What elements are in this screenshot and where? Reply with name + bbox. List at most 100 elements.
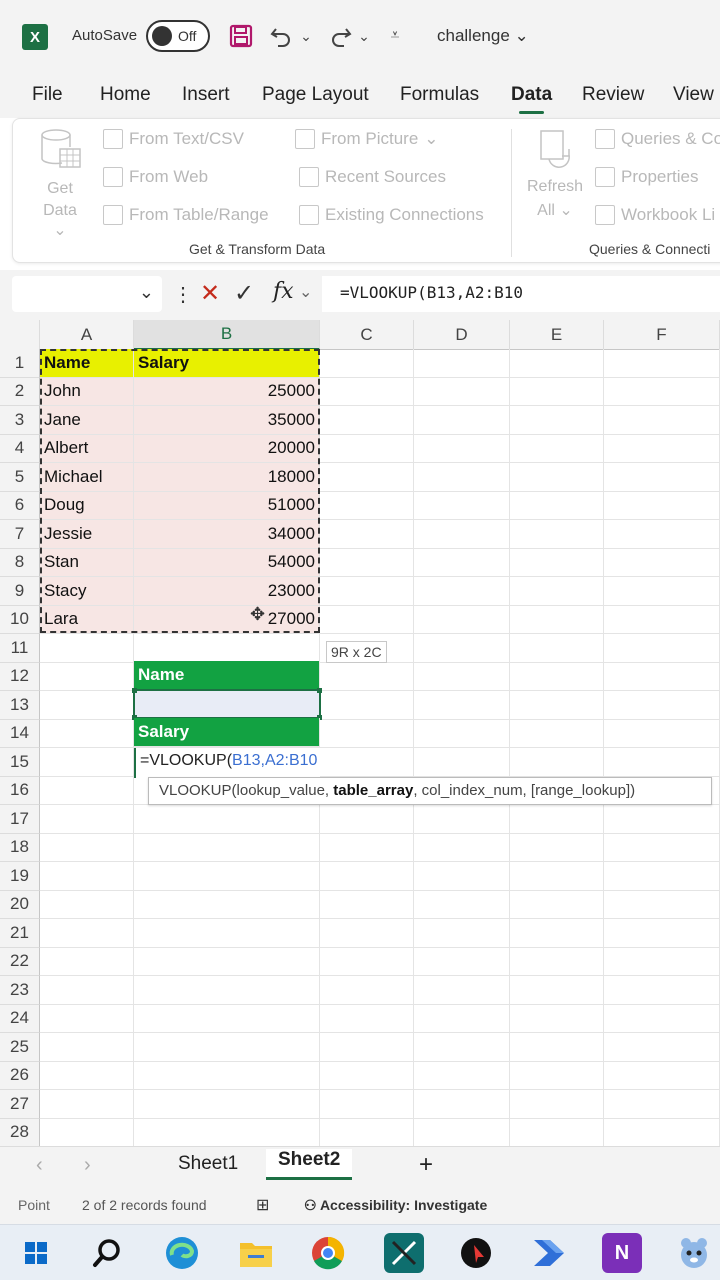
grid-cell[interactable] bbox=[414, 805, 510, 834]
tab-home[interactable]: Home bbox=[100, 84, 151, 106]
row-header-7[interactable]: 7 bbox=[0, 520, 40, 549]
salary-cell[interactable]: 25000 bbox=[134, 377, 320, 406]
file-explorer-icon[interactable] bbox=[236, 1233, 276, 1273]
select-all-corner[interactable] bbox=[0, 320, 40, 350]
row-header-4[interactable]: 4 bbox=[0, 434, 40, 463]
grid-cell[interactable] bbox=[414, 1004, 510, 1033]
grid-cell[interactable] bbox=[320, 434, 414, 463]
grid-cell[interactable] bbox=[40, 890, 134, 919]
grid-cell[interactable] bbox=[134, 1090, 320, 1119]
grid-cell[interactable] bbox=[510, 919, 604, 948]
grid-cell[interactable] bbox=[604, 349, 720, 378]
row-header-15[interactable]: 15 bbox=[0, 748, 40, 777]
grid-cell[interactable] bbox=[510, 748, 604, 777]
grid-cell[interactable] bbox=[604, 548, 720, 577]
grid-cell[interactable] bbox=[40, 919, 134, 948]
grid-cell[interactable] bbox=[414, 947, 510, 976]
grid-cell[interactable] bbox=[414, 548, 510, 577]
grid-cell[interactable] bbox=[414, 377, 510, 406]
name-box[interactable]: ⌄ bbox=[12, 276, 162, 312]
autosave-toggle[interactable]: Off bbox=[146, 20, 210, 52]
grid-cell[interactable] bbox=[604, 377, 720, 406]
selection-handle[interactable] bbox=[132, 688, 137, 693]
recent-sources-button[interactable]: Recent Sources bbox=[299, 167, 446, 187]
row-header-10[interactable]: 10 bbox=[0, 605, 40, 634]
row-header-22[interactable]: 22 bbox=[0, 947, 40, 976]
grid-cell[interactable] bbox=[40, 748, 134, 777]
redo-dropdown-icon[interactable]: ⌄ bbox=[356, 20, 372, 52]
existing-connections-button[interactable]: Existing Connections bbox=[299, 205, 484, 225]
grid-cell[interactable] bbox=[510, 947, 604, 976]
grid-cell[interactable] bbox=[510, 577, 604, 606]
grid-cell[interactable] bbox=[604, 520, 720, 549]
row-header-14[interactable]: 14 bbox=[0, 719, 40, 748]
grid-cell[interactable] bbox=[510, 377, 604, 406]
grid-cell[interactable] bbox=[510, 1061, 604, 1090]
grid-cell[interactable] bbox=[414, 605, 510, 634]
row-header-26[interactable]: 26 bbox=[0, 1061, 40, 1090]
grid-cell[interactable] bbox=[414, 890, 510, 919]
grid-cell[interactable] bbox=[320, 1004, 414, 1033]
scroll-right-icon[interactable]: › bbox=[84, 1154, 91, 1177]
grid-cell[interactable] bbox=[320, 491, 414, 520]
grid-cell[interactable] bbox=[134, 862, 320, 891]
grid-cell[interactable] bbox=[320, 548, 414, 577]
grid-cell[interactable] bbox=[604, 1090, 720, 1119]
grid-cell[interactable] bbox=[510, 719, 604, 748]
grid-cell[interactable] bbox=[320, 662, 414, 691]
queries-connections-button[interactable]: Queries & Co bbox=[595, 129, 720, 149]
snipping-app-icon[interactable] bbox=[384, 1233, 424, 1273]
more-options-icon[interactable]: ⋮ bbox=[173, 282, 193, 307]
accessibility-status[interactable]: ⚇ Accessibility: Investigate bbox=[304, 1197, 487, 1214]
salary-cell[interactable]: 34000 bbox=[134, 520, 320, 549]
salary-cell[interactable]: 54000 bbox=[134, 548, 320, 577]
name-cell[interactable]: Stan bbox=[40, 548, 134, 577]
undo-dropdown-icon[interactable]: ⌄ bbox=[298, 20, 314, 52]
grid-cell[interactable] bbox=[510, 862, 604, 891]
grid-cell[interactable] bbox=[604, 976, 720, 1005]
grid-cell[interactable] bbox=[414, 719, 510, 748]
row-header-24[interactable]: 24 bbox=[0, 1004, 40, 1033]
grid-cell[interactable] bbox=[414, 691, 510, 720]
grid-cell[interactable] bbox=[604, 605, 720, 634]
header-cell-salary[interactable]: Salary bbox=[134, 349, 320, 378]
sheet-tab-sheet1[interactable]: Sheet1 bbox=[178, 1153, 238, 1175]
row-header-9[interactable]: 9 bbox=[0, 577, 40, 606]
refresh-all-button[interactable]: Refresh All ⌄ bbox=[525, 127, 585, 220]
grid-cell[interactable] bbox=[320, 377, 414, 406]
grid-cell[interactable] bbox=[320, 890, 414, 919]
grid-cell[interactable] bbox=[320, 577, 414, 606]
save-icon[interactable] bbox=[226, 20, 256, 52]
salary-cell[interactable]: 51000 bbox=[134, 491, 320, 520]
grid-cell[interactable] bbox=[40, 662, 134, 691]
from-picture-button[interactable]: From Picture ⌄ bbox=[295, 129, 439, 149]
column-header-f[interactable]: F bbox=[604, 320, 720, 350]
chevron-down-icon[interactable]: ⌄ bbox=[299, 282, 312, 302]
grid-cell[interactable] bbox=[414, 748, 510, 777]
grid-cell[interactable] bbox=[510, 1118, 604, 1146]
grid-cell[interactable] bbox=[510, 491, 604, 520]
grid-cell[interactable] bbox=[40, 976, 134, 1005]
lookup-name-label[interactable]: Name bbox=[134, 661, 320, 690]
row-header-21[interactable]: 21 bbox=[0, 919, 40, 948]
row-header-17[interactable]: 17 bbox=[0, 805, 40, 834]
grid-cell[interactable] bbox=[604, 434, 720, 463]
grid-cell[interactable] bbox=[604, 406, 720, 435]
tab-page-layout[interactable]: Page Layout bbox=[262, 84, 369, 106]
tab-formulas[interactable]: Formulas bbox=[400, 84, 479, 106]
grid-cell[interactable] bbox=[510, 1033, 604, 1062]
grid-cell[interactable] bbox=[134, 634, 320, 663]
grid-cell[interactable] bbox=[604, 833, 720, 862]
grid-cell[interactable] bbox=[134, 890, 320, 919]
from-table-range-button[interactable]: From Table/Range bbox=[103, 205, 269, 225]
redo-icon[interactable] bbox=[328, 20, 354, 52]
grid-cell[interactable] bbox=[320, 691, 414, 720]
grid-cell[interactable] bbox=[510, 406, 604, 435]
grid-cell[interactable] bbox=[604, 691, 720, 720]
formula-input[interactable]: =VLOOKUP(B13,A2:B10 bbox=[322, 276, 720, 312]
cancel-icon[interactable]: ✕ bbox=[200, 279, 220, 308]
grid-cell[interactable] bbox=[510, 662, 604, 691]
grid-cell[interactable] bbox=[414, 833, 510, 862]
column-header-c[interactable]: C bbox=[320, 320, 414, 350]
from-text-csv-button[interactable]: From Text/CSV bbox=[103, 129, 244, 149]
